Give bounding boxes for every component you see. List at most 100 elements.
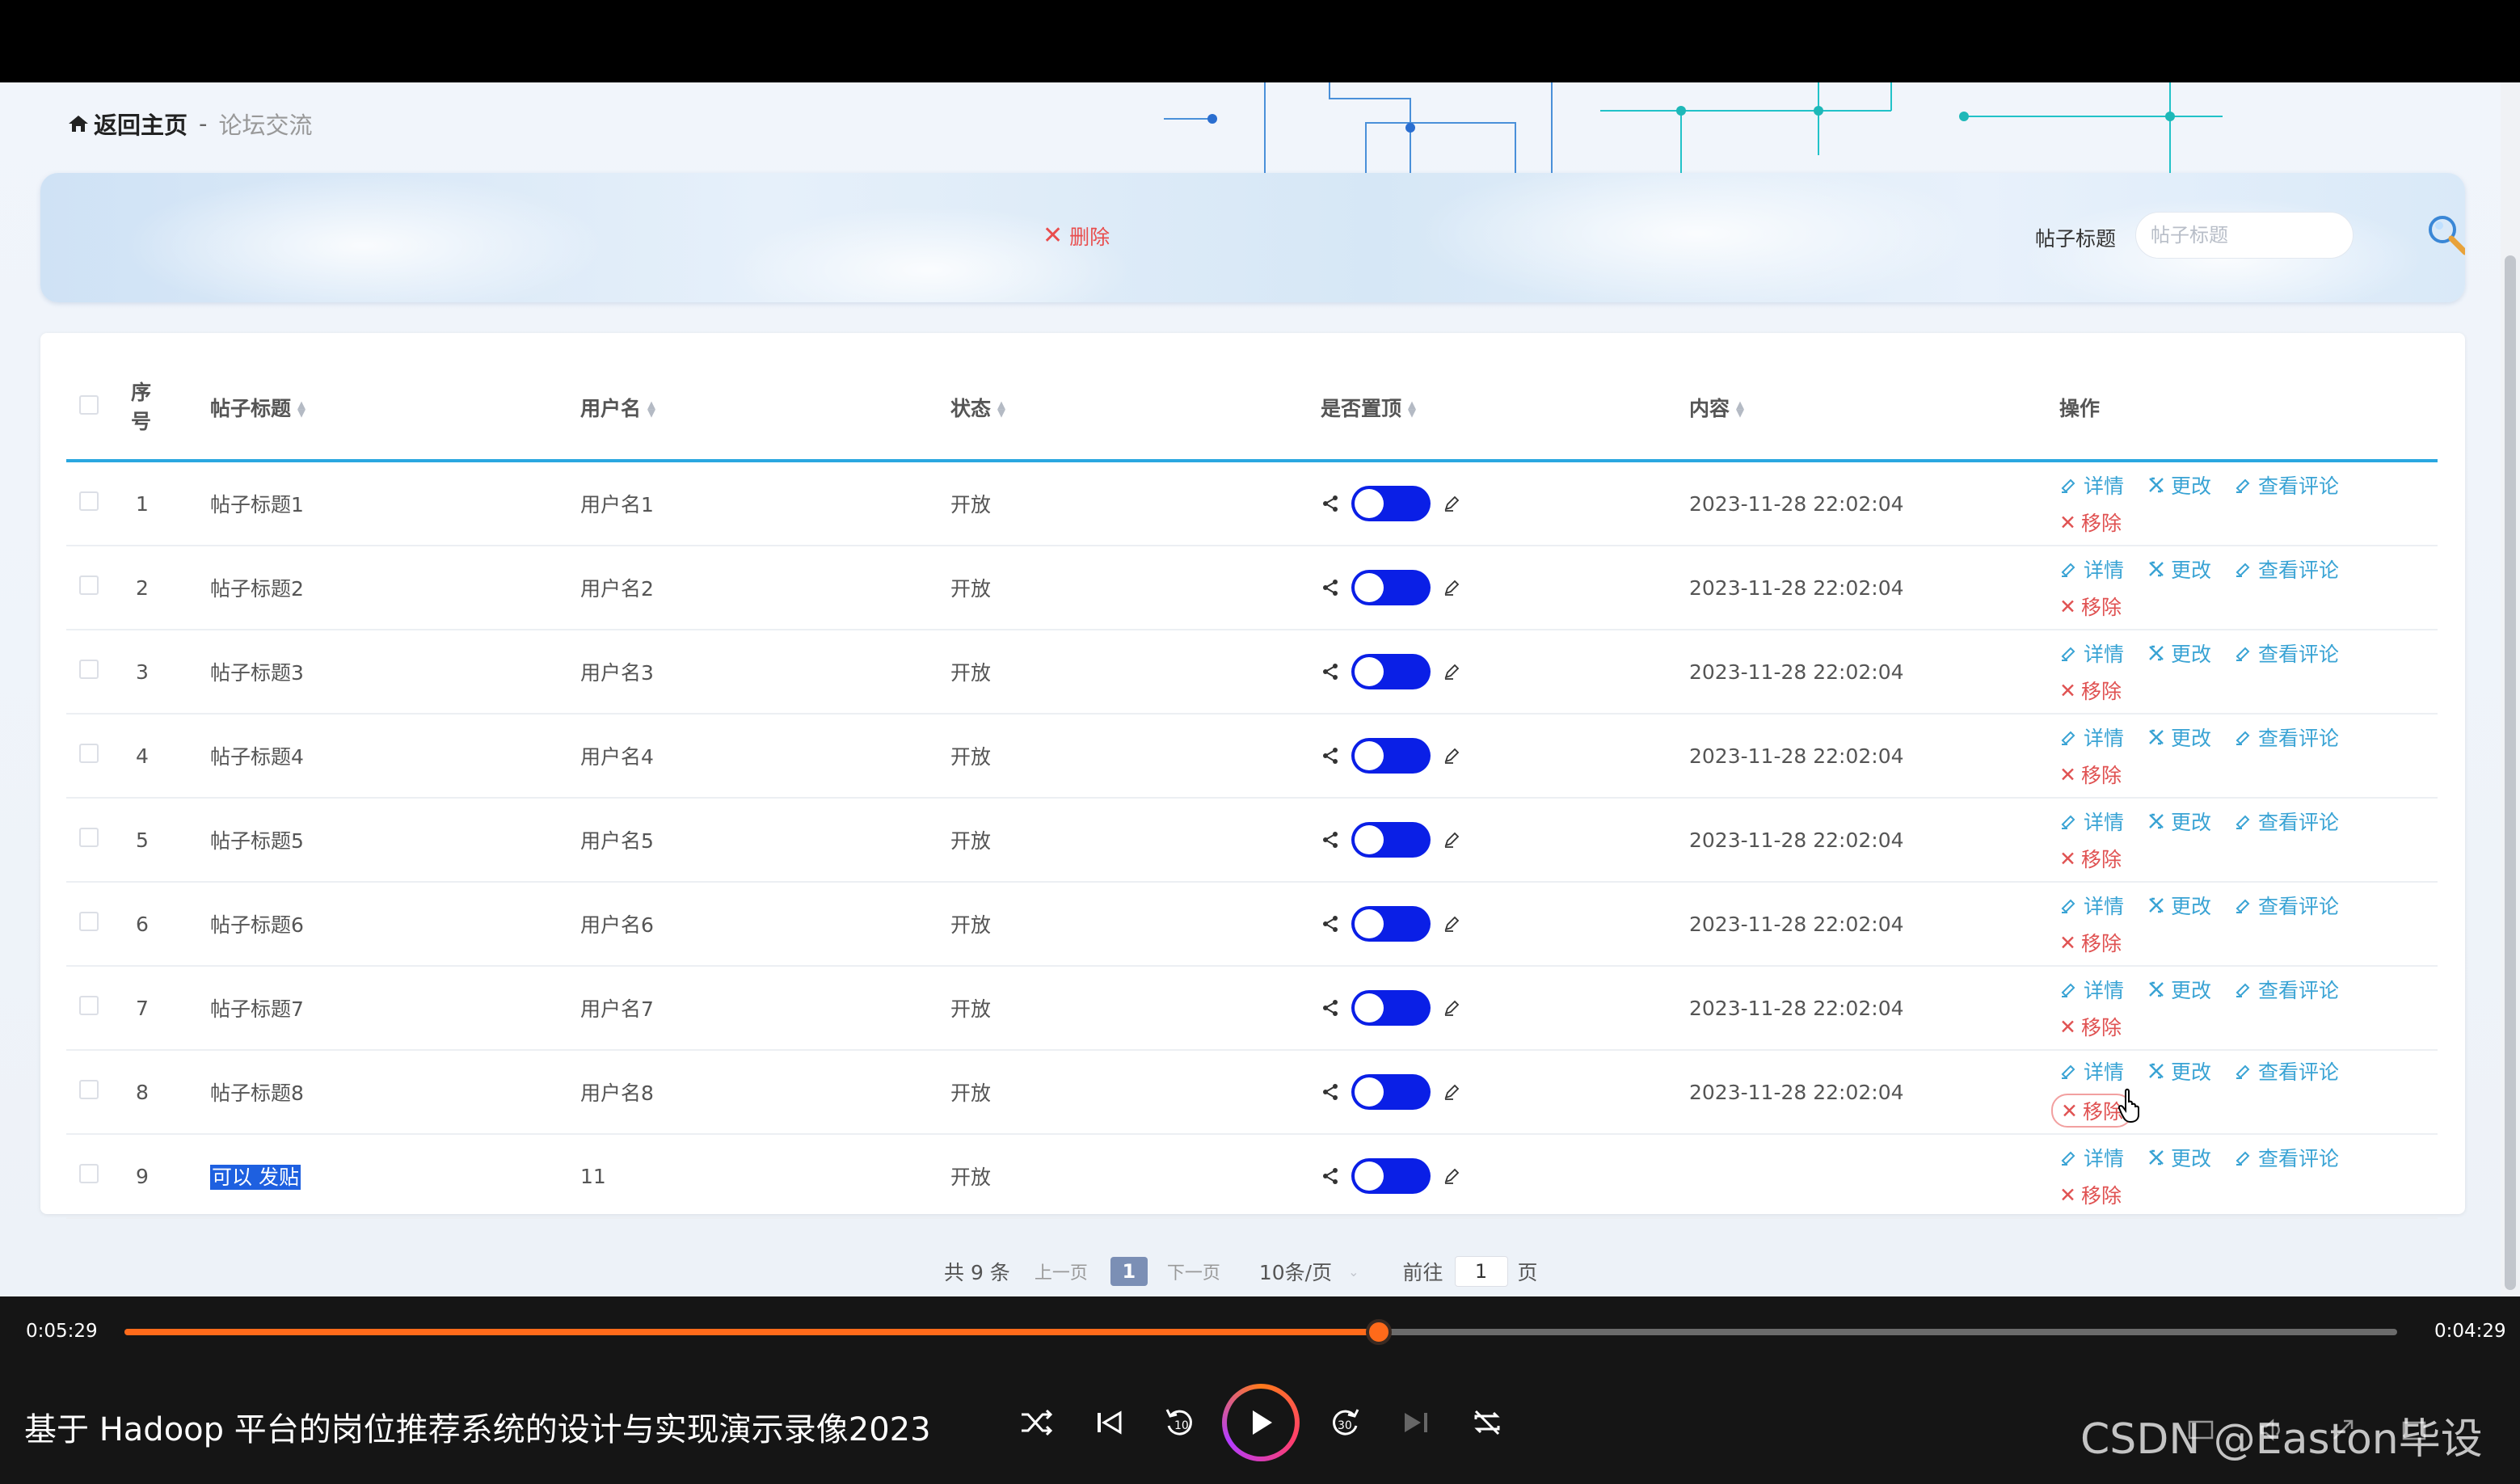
select-all-checkbox[interactable] <box>79 395 99 415</box>
column-header-title[interactable]: 帖子标题 ▲ ▼ <box>210 356 580 462</box>
column-header-username[interactable]: 用户名 ▲ ▼ <box>580 356 950 462</box>
cell-content: 2023-11-28 22:02:04 <box>1689 798 2059 883</box>
edit-icon <box>2149 561 2164 577</box>
pinned-toggle[interactable] <box>1351 1158 1431 1194</box>
row-checkbox[interactable] <box>79 996 99 1015</box>
remove-button[interactable]: ✕ 移除 <box>2059 676 2438 705</box>
remove-button[interactable]: ✕ 移除 <box>2059 1012 2438 1041</box>
batch-delete-button[interactable]: ✕ 删除 <box>1043 221 1110 251</box>
edit-button[interactable]: 更改 <box>2147 891 2211 920</box>
column-header-status[interactable]: 状态 ▲ ▼ <box>950 356 1321 462</box>
sort-icon[interactable]: ▲ ▼ <box>1408 400 1416 419</box>
remove-button[interactable]: ✕ 移除 <box>2059 928 2438 957</box>
rewind-10-icon[interactable]: 10 <box>1159 1402 1201 1444</box>
page-scrollbar[interactable] <box>2501 82 2520 1296</box>
view-comments-button[interactable]: 查看评论 <box>2234 891 2339 920</box>
detail-button[interactable]: 详情 <box>2059 891 2124 920</box>
view-comments-button[interactable]: 查看评论 <box>2234 723 2339 752</box>
cell-username: 用户名1 <box>580 461 950 546</box>
seek-bar[interactable] <box>124 1319 2397 1345</box>
search-input[interactable] <box>2135 212 2354 259</box>
view-comments-button[interactable]: 查看评论 <box>2234 470 2339 500</box>
detail-button[interactable]: 详情 <box>2059 639 2124 668</box>
pinned-toggle[interactable] <box>1351 486 1431 521</box>
pencil-icon <box>1444 1000 1460 1016</box>
row-checkbox[interactable] <box>79 491 99 511</box>
detail-button[interactable]: 详情 <box>2059 807 2124 836</box>
edit-button[interactable]: 更改 <box>2147 639 2211 668</box>
edit-button[interactable]: 更改 <box>2147 1143 2211 1172</box>
sort-icon[interactable]: ▲ ▼ <box>1736 400 1744 419</box>
search-icon[interactable] <box>2421 209 2465 260</box>
view-comments-button[interactable]: 查看评论 <box>2234 807 2339 836</box>
edit-button[interactable]: 更改 <box>2147 470 2211 500</box>
pinned-toggle[interactable] <box>1351 1074 1431 1110</box>
row-checkbox[interactable] <box>79 912 99 931</box>
row-checkbox[interactable] <box>79 744 99 763</box>
row-checkbox[interactable] <box>79 575 99 595</box>
sort-icon[interactable]: ▲ ▼ <box>647 400 655 419</box>
pinned-toggle[interactable] <box>1351 822 1431 858</box>
detail-button[interactable]: 详情 <box>2059 1056 2124 1086</box>
detail-button[interactable]: 详情 <box>2059 723 2124 752</box>
edit-button[interactable]: 更改 <box>2147 554 2211 584</box>
remove-button[interactable]: ✕ 移除 <box>2059 1180 2438 1209</box>
edit-button[interactable]: 更改 <box>2147 975 2211 1004</box>
prev-page-button[interactable]: 上一页 <box>1035 1258 1088 1284</box>
next-track-icon[interactable] <box>1395 1402 1437 1444</box>
row-checkbox[interactable] <box>79 660 99 679</box>
row-checkbox[interactable] <box>79 1080 99 1099</box>
share-icon <box>1323 748 1338 764</box>
remove-button[interactable]: ✕ 移除 <box>2059 844 2438 873</box>
remove-button[interactable]: ✕ 移除 <box>2059 592 2438 621</box>
play-button[interactable] <box>1222 1384 1300 1461</box>
sort-icon[interactable]: ▲ ▼ <box>297 400 306 419</box>
page-number-current[interactable]: 1 <box>1110 1257 1148 1286</box>
back-home-link[interactable]: 返回主页 <box>68 107 188 141</box>
page-size-select[interactable]: 10条/页 ⌄ <box>1259 1257 1359 1286</box>
seek-handle[interactable] <box>1366 1319 1393 1345</box>
video-title: 基于 Hadoop 平台的岗位推荐系统的设计与实现演示录像2023 <box>24 1411 931 1448</box>
edit-button[interactable]: 更改 <box>2147 723 2211 752</box>
scrollbar-thumb[interactable] <box>2505 255 2516 1290</box>
edit-icon <box>2149 897 2164 913</box>
cell-index: 5 <box>131 798 210 883</box>
edit-button[interactable]: 更改 <box>2147 807 2211 836</box>
row-checkbox[interactable] <box>79 1164 99 1183</box>
detail-button[interactable]: 详情 <box>2059 470 2124 500</box>
view-comments-button[interactable]: 查看评论 <box>2234 1143 2339 1172</box>
pinned-toggle[interactable] <box>1351 738 1431 774</box>
detail-button[interactable]: 详情 <box>2059 554 2124 584</box>
next-page-button[interactable]: 下一页 <box>1167 1258 1220 1284</box>
column-header-pinned[interactable]: 是否置顶 ▲ ▼ <box>1321 356 1689 462</box>
batch-delete-label: 删除 <box>1069 226 1110 249</box>
forward-30-icon[interactable]: 30 <box>1324 1402 1366 1444</box>
view-comments-button[interactable]: 查看评论 <box>2234 975 2339 1004</box>
edit-icon <box>2149 981 2164 997</box>
pinned-toggle[interactable] <box>1351 990 1431 1026</box>
view-comments-button[interactable]: 查看评论 <box>2234 1056 2339 1086</box>
svg-text:30: 30 <box>1338 1419 1352 1432</box>
view-comments-button[interactable]: 查看评论 <box>2234 554 2339 584</box>
previous-track-icon[interactable] <box>1088 1402 1130 1444</box>
detail-button[interactable]: 详情 <box>2059 1143 2124 1172</box>
detail-button[interactable]: 详情 <box>2059 975 2124 1004</box>
repeat-off-icon[interactable] <box>1466 1402 1508 1444</box>
cell-title: 帖子标题6 <box>210 882 580 967</box>
search-panel: ✕ 删除 帖子标题 <box>40 173 2465 302</box>
sort-icon[interactable]: ▲ ▼ <box>997 400 1005 419</box>
edit-button[interactable]: 更改 <box>2147 1056 2211 1086</box>
cell-actions: 详情 更改 查看评论 ✕ 移除 <box>2059 1134 2438 1219</box>
view-comments-button[interactable]: 查看评论 <box>2234 639 2339 668</box>
remove-button[interactable]: ✕ 移除 <box>2059 508 2438 537</box>
pinned-toggle[interactable] <box>1351 570 1431 605</box>
row-checkbox[interactable] <box>79 828 99 847</box>
cell-status: 开放 <box>950 1050 1321 1135</box>
column-header-content[interactable]: 内容 ▲ ▼ <box>1689 356 2059 462</box>
pinned-toggle[interactable] <box>1351 906 1431 942</box>
remove-button[interactable]: ✕ 移除 <box>2059 760 2438 789</box>
pinned-toggle[interactable] <box>1351 654 1431 689</box>
shuffle-icon[interactable] <box>1015 1402 1057 1444</box>
share-icon <box>1323 1084 1338 1100</box>
goto-page-input[interactable] <box>1454 1256 1508 1287</box>
